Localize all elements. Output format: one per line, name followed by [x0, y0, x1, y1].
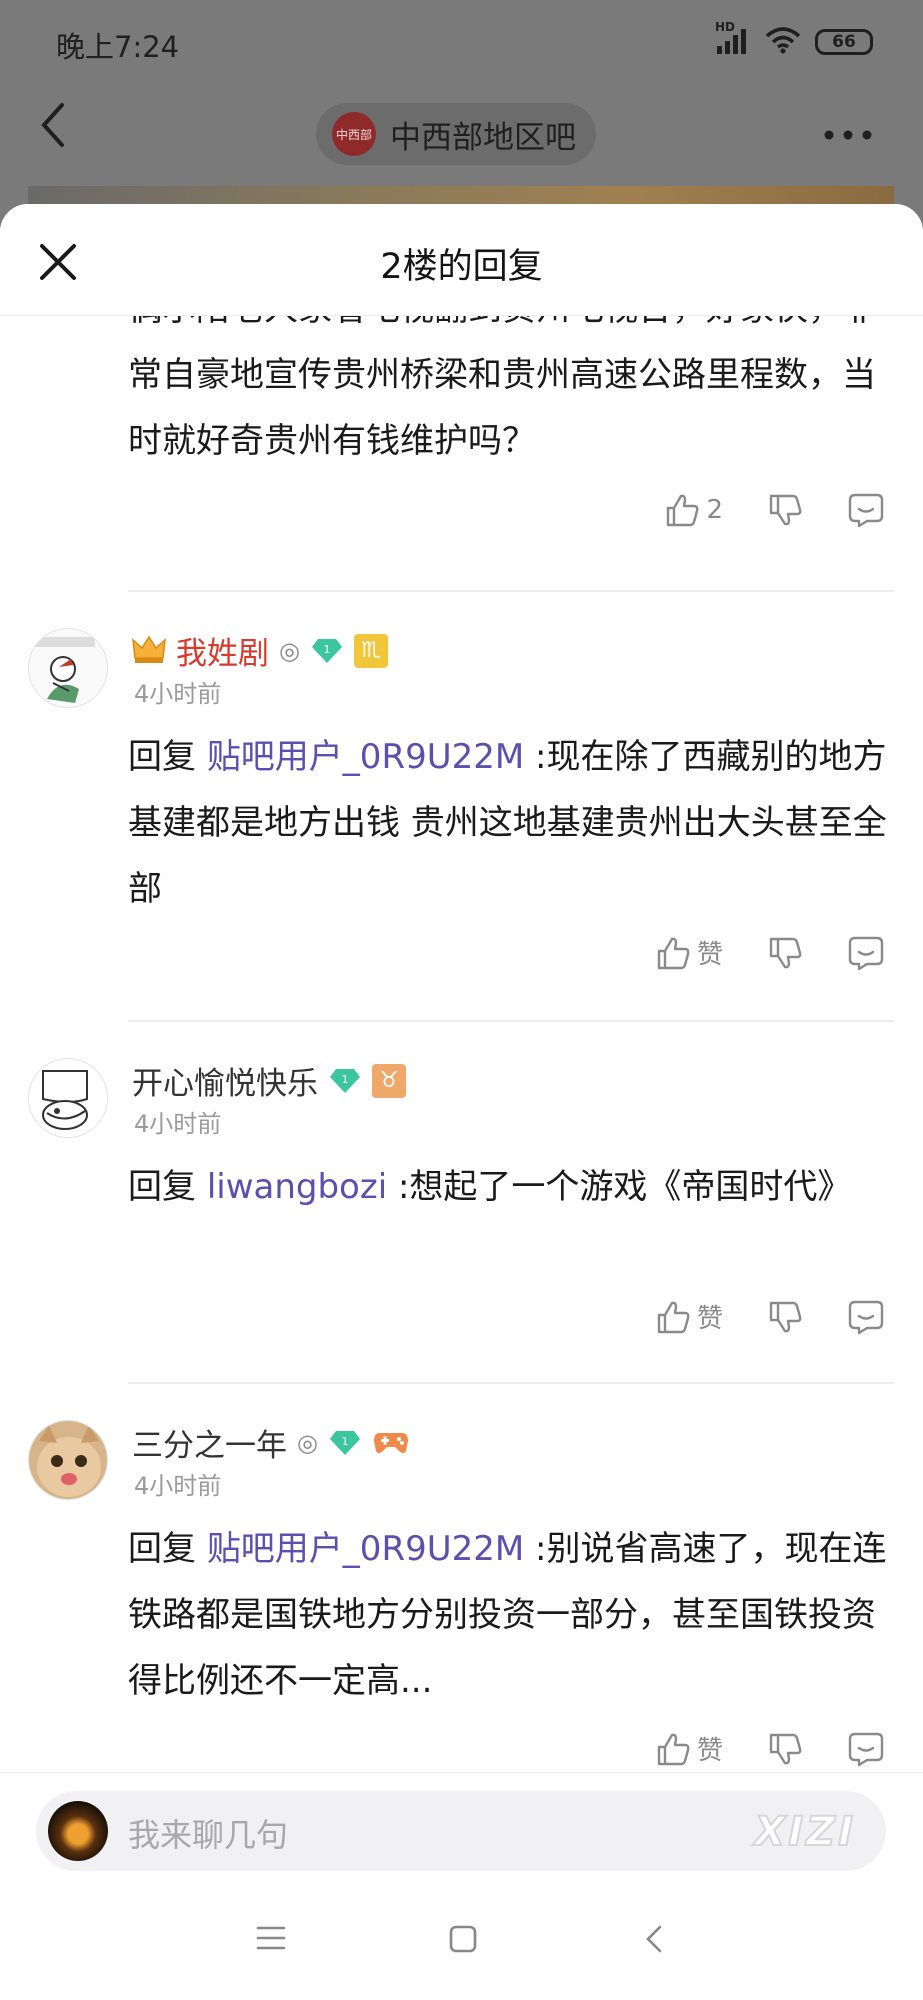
- dislike-button[interactable]: [767, 1731, 803, 1767]
- thumb-down-icon: [769, 1733, 802, 1764]
- user-info: 三分之一年 ◎ 1: [132, 1420, 410, 1465]
- like-button[interactable]: 赞: [655, 934, 723, 971]
- reply-list[interactable]: 偶尔陪老人家看电视翻到贵州电视台，好家伙，非常自豪地宣传贵州桥梁和贵州高速公路里…: [0, 316, 923, 1878]
- gem-level: 1: [342, 1073, 349, 1086]
- like-label: 赞: [696, 940, 723, 970]
- network-label: HD: [715, 20, 736, 34]
- reply-text: 回复 liwangbozi :想起了一个游戏《帝国时代》: [128, 1154, 898, 1220]
- like-button[interactable]: 赞: [655, 1730, 723, 1767]
- sheet-title: 2楼的回复: [380, 247, 543, 287]
- divider: [128, 1382, 894, 1384]
- gem-level: 1: [323, 643, 330, 656]
- member-ring-icon: ◎: [279, 636, 300, 665]
- thumb-down-icon: [769, 1301, 802, 1332]
- reply-prefix: 回复: [128, 1167, 196, 1207]
- thumb-down-icon: [769, 937, 802, 968]
- username[interactable]: 开心愉悦快乐: [132, 1058, 318, 1103]
- user-info: 开心愉悦快乐 1 ♉: [132, 1058, 406, 1103]
- reply-prefix: 回复: [128, 1529, 196, 1569]
- reply-prefix: 回复: [128, 737, 196, 777]
- mentioned-user-link[interactable]: 贴吧用户_0R9U22M: [207, 1529, 524, 1569]
- reply-item-header: 三分之一年 ◎ 1 4小时前: [28, 1420, 888, 1510]
- timestamp: 4小时前: [134, 1472, 222, 1500]
- input-placeholder: 我来聊几句: [128, 1816, 289, 1854]
- comment-button[interactable]: [847, 1731, 885, 1767]
- back-nav-icon[interactable]: [644, 1924, 664, 1958]
- like-label: 赞: [696, 1304, 723, 1334]
- background-nav-bar: 中西部 中西部地区吧: [0, 95, 923, 185]
- like-button[interactable]: 2: [664, 492, 723, 528]
- thumb-up-icon: [657, 1301, 690, 1333]
- watermark: XIZI: [753, 1808, 856, 1856]
- system-nav-bar: [0, 1884, 923, 2000]
- divider: [128, 590, 894, 592]
- avatar[interactable]: [28, 1420, 108, 1500]
- status-bar: 晚上7:24 HD 66: [0, 0, 923, 90]
- timestamp: 4小时前: [134, 680, 222, 708]
- avatar[interactable]: [28, 1058, 108, 1138]
- reply-item-header: 我姓剧 ◎ 1 ♏ 4小时前: [28, 628, 888, 718]
- gem-level: 1: [341, 1435, 348, 1448]
- forum-name: 中西部地区吧: [390, 119, 576, 156]
- dislike-button[interactable]: [767, 1299, 803, 1335]
- like-button[interactable]: 赞: [655, 1298, 723, 1335]
- status-time: 晚上7:24: [56, 30, 180, 64]
- comment-icon: [848, 1732, 884, 1766]
- wifi-icon: [765, 26, 801, 58]
- member-ring-icon: ◎: [297, 1428, 318, 1457]
- my-avatar: [48, 1801, 108, 1861]
- thumb-up-icon: [657, 937, 690, 969]
- zodiac-icon: ♏: [353, 633, 388, 668]
- divider: [128, 1020, 894, 1022]
- level-gem-icon: 1: [328, 1430, 362, 1456]
- reply-item-header: 开心愉悦快乐 1 ♉ 4小时前: [28, 1058, 888, 1148]
- timestamp: 4小时前: [134, 1110, 222, 1138]
- reply-actions: 赞: [611, 1730, 885, 1767]
- user-info: 我姓剧 ◎ 1 ♏: [132, 628, 388, 673]
- reply-actions: 赞: [611, 1298, 885, 1335]
- reply-actions: 赞: [611, 934, 885, 971]
- reply-sheet: 2楼的回复 偶尔陪老人家看电视翻到贵州电视台，好家伙，非常自豪地宣传贵州桥梁和贵…: [0, 204, 923, 1884]
- comment-icon: [848, 936, 884, 970]
- avatar[interactable]: [28, 628, 108, 708]
- reply-input[interactable]: 我来聊几句 XIZI: [36, 1791, 886, 1871]
- dislike-button[interactable]: [767, 935, 803, 971]
- menu-icon[interactable]: [256, 1924, 286, 1956]
- level-gem-icon: 1: [328, 1068, 362, 1094]
- back-icon[interactable]: [38, 101, 68, 162]
- comment-button[interactable]: [847, 935, 885, 971]
- zodiac-icon: ♉: [372, 1063, 406, 1098]
- like-count: 2: [706, 495, 723, 525]
- reply-text: 回复 贴吧用户_0R9U22M :别说省高速了，现在连铁路都是国铁地方分别投资一…: [128, 1516, 898, 1714]
- mentioned-user-link[interactable]: 贴吧用户_0R9U22M: [207, 737, 524, 777]
- username[interactable]: 三分之一年: [132, 1420, 287, 1465]
- sheet-header: 2楼的回复: [0, 204, 923, 316]
- home-icon[interactable]: [448, 1924, 478, 1958]
- comment-button[interactable]: [847, 1299, 885, 1335]
- reply-input-bar: 我来聊几句 XIZI: [0, 1772, 923, 1884]
- reply-text: 回复 贴吧用户_0R9U22M :现在除了西藏别的地方基建都是地方出钱 贵州这地…: [128, 724, 898, 922]
- forum-logo: 中西部: [332, 112, 376, 156]
- dislike-button[interactable]: [767, 492, 803, 528]
- comment-icon: [848, 493, 884, 528]
- comment-icon: [848, 1300, 884, 1334]
- more-options-icon[interactable]: [823, 105, 873, 151]
- like-label: 赞: [696, 1736, 723, 1766]
- first-reply-actions: 2: [620, 492, 885, 528]
- first-reply-text: 偶尔陪老人家看电视翻到贵州电视台，好家伙，非常自豪地宣传贵州桥梁和贵州高速公路里…: [128, 316, 876, 461]
- forum-title-pill[interactable]: 中西部 中西部地区吧: [316, 103, 596, 165]
- username[interactable]: 我姓剧: [176, 628, 269, 673]
- crown-icon: [132, 634, 166, 668]
- thumb-down-icon: [769, 494, 802, 526]
- reply-body: :想起了一个游戏《帝国时代》: [397, 1167, 852, 1207]
- battery-icon: 66: [815, 29, 873, 55]
- gamepad-icon: [372, 1427, 410, 1459]
- signal-icon: HD: [715, 20, 751, 58]
- comment-button[interactable]: [847, 492, 885, 528]
- status-icons: HD 66: [715, 20, 873, 58]
- thumb-up-icon: [657, 1733, 690, 1765]
- mentioned-user-link[interactable]: liwangbozi: [207, 1167, 387, 1207]
- level-gem-icon: 1: [310, 638, 344, 664]
- thumb-up-icon: [667, 494, 699, 527]
